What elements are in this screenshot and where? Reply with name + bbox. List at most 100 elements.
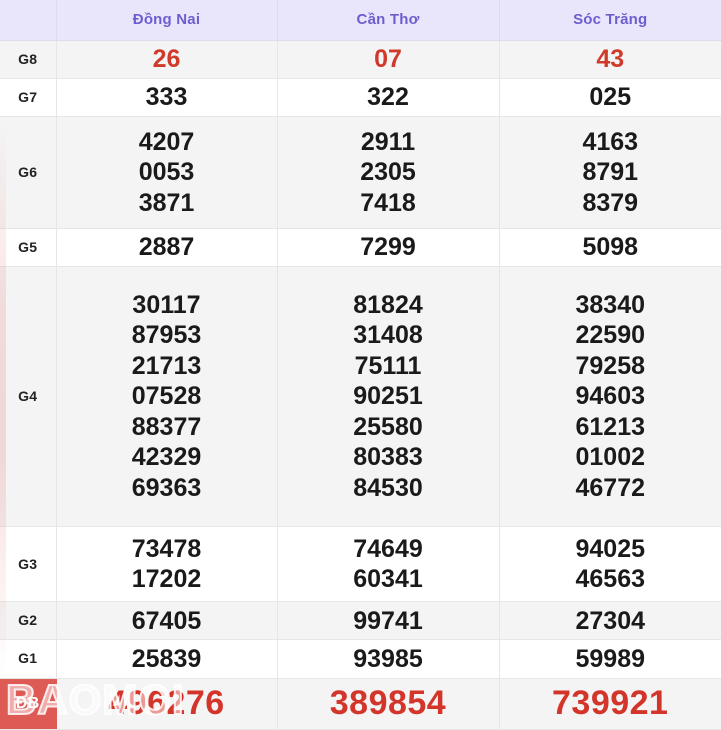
number-group: 59989 bbox=[500, 644, 721, 675]
number-group: 99741 bbox=[278, 606, 499, 637]
lottery-number: 60341 bbox=[353, 565, 423, 594]
lottery-number: 61213 bbox=[575, 412, 646, 441]
number-group: 496276 bbox=[57, 683, 277, 724]
header-row: Đồng Nai Cần Thơ Sóc Trăng bbox=[0, 0, 721, 41]
lottery-number: 3871 bbox=[138, 188, 195, 217]
prize-cell-G3-col3: 94025 46563 bbox=[499, 526, 721, 603]
table-row: G8 26 07 43 bbox=[0, 40, 721, 79]
column-header-province-2: Cần Thơ bbox=[277, 0, 500, 41]
prize-cell-G6-col1: 4207 0053 3871 bbox=[56, 116, 278, 229]
number-group: 2911 2305 7418 bbox=[278, 127, 499, 219]
table-row: G2 67405 99741 27304 bbox=[0, 601, 721, 641]
lottery-number: 7299 bbox=[360, 233, 416, 262]
lottery-number: 07528 bbox=[131, 382, 202, 411]
column-header-province-1: Đồng Nai bbox=[56, 0, 278, 41]
lottery-number: 333 bbox=[145, 83, 188, 111]
prize-cell-G1-col3: 59989 bbox=[499, 639, 721, 679]
lottery-number: 67405 bbox=[131, 606, 202, 635]
lottery-number: 4207 bbox=[138, 127, 195, 156]
prize-cell-G7-col1: 333 bbox=[56, 78, 278, 117]
prize-tier-label-G5: G5 bbox=[0, 228, 57, 268]
number-group: 333 bbox=[57, 82, 277, 113]
lottery-number: 94603 bbox=[575, 382, 646, 411]
prize-tier-label-G7: G7 bbox=[0, 78, 57, 117]
number-group: 5098 bbox=[500, 232, 721, 263]
number-group: 93985 bbox=[278, 644, 499, 675]
number-group: 27304 bbox=[500, 606, 721, 637]
lottery-number: 025 bbox=[589, 83, 632, 111]
prize-cell-G5-col3: 5098 bbox=[499, 228, 721, 268]
number-group: 389854 bbox=[278, 683, 499, 724]
lottery-number: 81824 bbox=[353, 290, 423, 319]
lottery-number: 17202 bbox=[131, 565, 202, 594]
prize-cell-G6-col2: 2911 2305 7418 bbox=[277, 116, 500, 229]
number-group: 739921 bbox=[500, 683, 721, 724]
lottery-number: 25839 bbox=[131, 644, 202, 673]
lottery-number: 4163 bbox=[582, 127, 639, 156]
prize-cell-G2-col3: 27304 bbox=[499, 601, 721, 641]
lottery-number: 38340 bbox=[575, 290, 646, 319]
lottery-number: 07 bbox=[374, 44, 402, 73]
lottery-number: 739921 bbox=[552, 684, 669, 723]
lottery-number: 2305 bbox=[360, 158, 416, 187]
prize-tier-label-G2: G2 bbox=[0, 601, 57, 641]
lottery-number: 73478 bbox=[131, 534, 202, 563]
lottery-number: 43 bbox=[596, 44, 625, 73]
lottery-number: 0053 bbox=[138, 158, 195, 187]
prize-tier-label-G4: G4 bbox=[0, 266, 57, 528]
number-group: 25839 bbox=[57, 644, 277, 675]
number-group: 26 bbox=[57, 44, 277, 75]
lottery-number: 7418 bbox=[360, 188, 416, 217]
table-row: G5 2887 7299 5098 bbox=[0, 228, 721, 268]
lottery-number: 88377 bbox=[131, 412, 202, 441]
number-group: 73478 17202 bbox=[57, 534, 277, 595]
table-body: G8 26 07 43 G7 333 322 025 G6 4207 0053 3871 2911 230… bbox=[0, 40, 721, 730]
number-group: 43 bbox=[500, 44, 721, 75]
table-header: Đồng Nai Cần Thơ Sóc Trăng bbox=[0, 0, 721, 41]
number-group: 38340 22590 79258 94603 61213 01002 46772 bbox=[500, 290, 721, 504]
lottery-number: 69363 bbox=[131, 473, 202, 502]
prize-cell-G1-col2: 93985 bbox=[277, 639, 500, 679]
number-group: 74649 60341 bbox=[278, 534, 499, 595]
prize-cell-G7-col2: 322 bbox=[277, 78, 500, 117]
table-row: G6 4207 0053 3871 2911 2305 7418 4163 8791 8379 bbox=[0, 116, 721, 229]
lottery-number: 79258 bbox=[575, 351, 646, 380]
lottery-number: 322 bbox=[367, 83, 409, 111]
prize-cell-G1-col1: 25839 bbox=[56, 639, 278, 679]
prize-cell-G2-col1: 67405 bbox=[56, 601, 278, 641]
prize-cell-ĐB-col3: 739921 bbox=[499, 678, 721, 730]
prize-cell-G3-col1: 73478 17202 bbox=[56, 526, 278, 603]
number-group: 30117 87953 21713 07528 88377 42329 69363 bbox=[57, 290, 277, 504]
number-group: 322 bbox=[278, 82, 499, 113]
lottery-result-panel: Đồng Nai Cần Thơ Sóc Trăng G8 26 07 43 G7 333… bbox=[0, 0, 721, 730]
lottery-number: 46772 bbox=[575, 473, 646, 502]
lottery-number: 496276 bbox=[108, 684, 225, 723]
table-row: G3 73478 17202 74649 60341 94025 46563 bbox=[0, 526, 721, 603]
lottery-number: 01002 bbox=[575, 443, 646, 472]
number-group: 67405 bbox=[57, 606, 277, 637]
number-group: 4163 8791 8379 bbox=[500, 127, 721, 219]
number-group: 2887 bbox=[57, 232, 277, 263]
header-corner-cell bbox=[0, 0, 57, 41]
lottery-number: 80383 bbox=[353, 443, 423, 472]
prize-cell-G8-col1: 26 bbox=[56, 40, 278, 79]
lottery-number: 8379 bbox=[582, 188, 639, 217]
lottery-number: 74649 bbox=[353, 534, 423, 563]
column-header-province-3: Sóc Trăng bbox=[499, 0, 721, 41]
table-row: ĐB 496276 389854 739921 bbox=[0, 678, 721, 730]
prize-cell-G5-col2: 7299 bbox=[277, 228, 500, 268]
prize-cell-ĐB-col2: 389854 bbox=[277, 678, 500, 730]
table-row: G7 333 322 025 bbox=[0, 78, 721, 117]
prize-tier-label-ĐB: ĐB bbox=[0, 678, 57, 730]
lottery-number: 27304 bbox=[575, 606, 646, 635]
lottery-number: 99741 bbox=[353, 606, 423, 635]
prize-cell-G4-col2: 81824 31408 75111 90251 25580 80383 84530 bbox=[277, 266, 500, 528]
lottery-number: 5098 bbox=[582, 233, 639, 262]
lottery-number: 389854 bbox=[329, 684, 447, 723]
lottery-number: 2911 bbox=[360, 127, 416, 156]
lottery-number: 87953 bbox=[131, 321, 202, 350]
number-group: 07 bbox=[278, 44, 499, 75]
lottery-number: 25580 bbox=[353, 412, 423, 441]
prize-cell-ĐB-col1: 496276 bbox=[56, 678, 278, 730]
prize-tier-label-G8: G8 bbox=[0, 40, 57, 79]
